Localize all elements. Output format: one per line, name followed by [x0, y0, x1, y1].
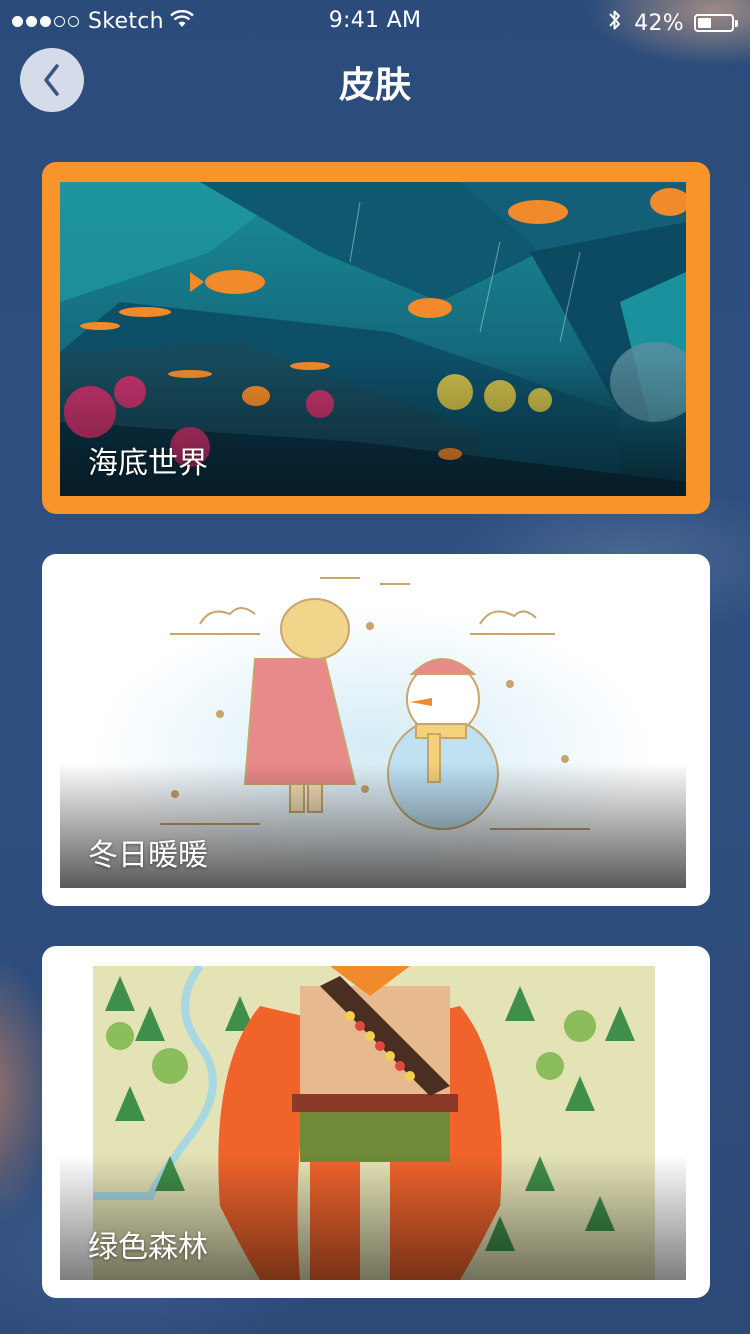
skin-image-undersea: 海底世界	[60, 182, 686, 496]
status-bar: Sketch 9:41 AM 42%	[0, 0, 750, 40]
skin-label: 绿色森林	[88, 1230, 208, 1265]
skin-card-undersea[interactable]: 海底世界	[42, 162, 710, 514]
battery-percent: 42%	[634, 10, 684, 36]
page-title: 皮肤	[338, 65, 411, 106]
skin-label: 冬日暖暖	[88, 838, 208, 873]
skin-image-winter: 冬日暖暖	[60, 574, 686, 888]
status-right: 42%	[608, 8, 738, 38]
skin-card-winter[interactable]: 冬日暖暖	[42, 554, 710, 906]
skin-card-forest[interactable]: 绿色森林	[42, 946, 710, 1298]
skin-label: 海底世界	[88, 446, 208, 481]
battery-fill	[698, 18, 711, 28]
skin-image-forest: 绿色森林	[60, 966, 686, 1280]
battery-icon	[694, 14, 734, 32]
bluetooth-icon	[608, 8, 622, 38]
battery-cap	[735, 19, 738, 27]
